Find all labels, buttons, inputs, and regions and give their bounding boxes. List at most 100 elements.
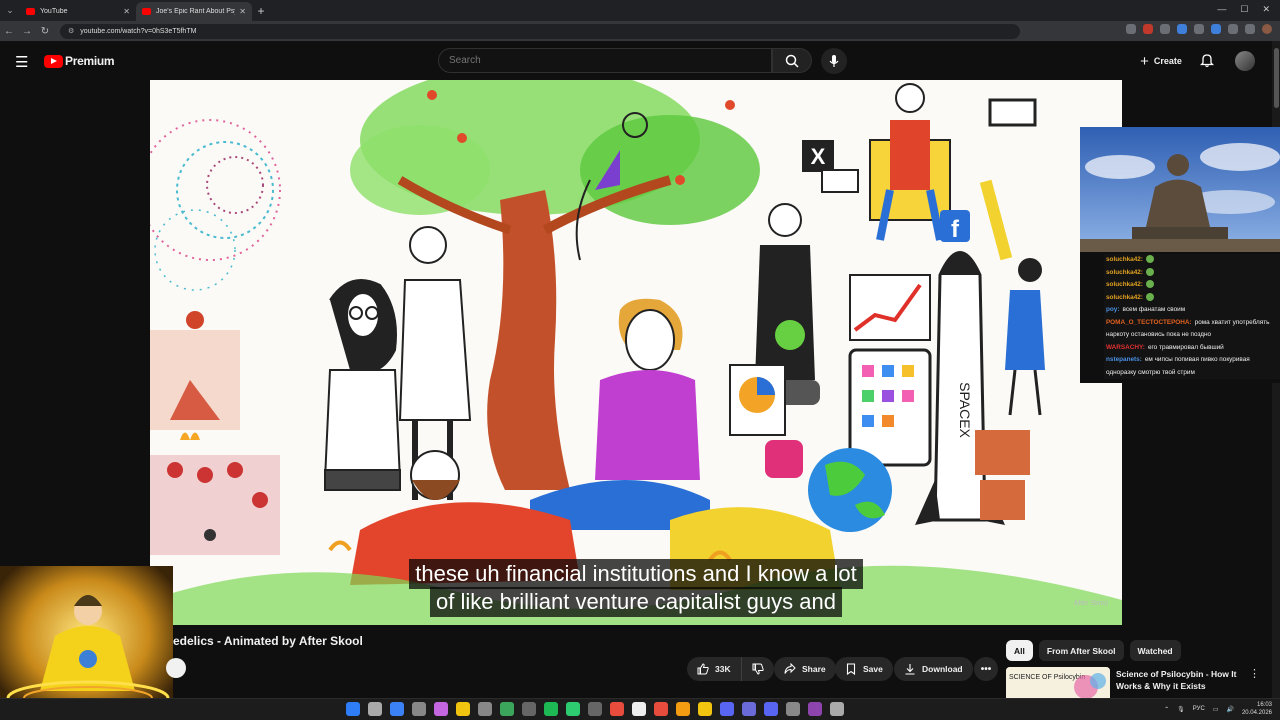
recommended-menu-icon[interactable]: ⋮: [1249, 667, 1260, 680]
share-button[interactable]: Share: [774, 657, 836, 681]
address-bar[interactable]: ⚙ youtube.com/watch?v=0hS3eT5fhTM: [60, 23, 1020, 39]
create-button[interactable]: + Create: [1128, 49, 1194, 73]
notifications-button[interactable]: [1199, 53, 1215, 73]
taskbar-app-icon[interactable]: [412, 702, 426, 716]
taskbar-app-icon[interactable]: [808, 702, 822, 716]
chat-messages: soluchka42: soluchka42: soluchka42: soluchk…: [1104, 254, 1280, 379]
smile-emote-icon: [1145, 280, 1154, 289]
browser-tab-youtube[interactable]: YouTube ✕: [20, 2, 136, 21]
taskbar-clock[interactable]: 16:03 20.04.2026: [1242, 701, 1272, 717]
save-label: Save: [863, 664, 883, 674]
extension-icon[interactable]: [1126, 24, 1136, 34]
like-button[interactable]: 33K: [687, 657, 742, 681]
youtube-logo[interactable]: Premium: [44, 54, 115, 68]
taskbar-app-icon[interactable]: [500, 702, 514, 716]
search-box[interactable]: [438, 48, 772, 73]
new-tab-button[interactable]: +: [252, 4, 270, 18]
taskbar-app-icon[interactable]: [676, 702, 690, 716]
chat-username[interactable]: soluchka42:: [1106, 256, 1143, 263]
buddha-statue-image: [1080, 127, 1280, 252]
taskbar-app-icon[interactable]: [830, 702, 844, 716]
maximize-icon[interactable]: ☐: [1240, 4, 1248, 15]
clock-time: 16:03: [1256, 702, 1272, 708]
x-logo-drawing: X: [802, 140, 859, 193]
taskbar-app-icon[interactable]: [566, 702, 580, 716]
reload-icon[interactable]: ↻: [36, 26, 54, 37]
chip-all[interactable]: All: [1006, 640, 1033, 661]
chat-username[interactable]: nstepanets:: [1106, 356, 1142, 363]
lang-indicator[interactable]: РУС: [1193, 706, 1205, 712]
extension-icon[interactable]: [1160, 24, 1170, 34]
meditating-woman-drawing: [530, 298, 710, 530]
taskbar-app-icon[interactable]: [698, 702, 712, 716]
extension-icon[interactable]: [1211, 24, 1221, 34]
extension-icon[interactable]: [1143, 24, 1153, 34]
bell-icon: [1199, 54, 1215, 68]
save-button[interactable]: Save: [835, 657, 893, 681]
taskbar-app-icon[interactable]: [368, 702, 382, 716]
forward-icon[interactable]: →: [18, 26, 36, 37]
taskbar-app-icon[interactable]: [720, 702, 734, 716]
extension-icon[interactable]: [1245, 24, 1255, 34]
golden-buddha-image: [0, 566, 173, 720]
more-actions-button[interactable]: •••: [974, 657, 998, 681]
site-info-icon[interactable]: ⚙: [68, 27, 74, 35]
taskbar-app-icon[interactable]: [632, 702, 646, 716]
chip-watched[interactable]: Watched: [1129, 640, 1181, 661]
tab-search-icon[interactable]: ⌄: [0, 0, 20, 21]
video-player[interactable]: SPACEX X f these uh financial institutio…: [150, 80, 1122, 625]
mic-tray-icon[interactable]: 🎙: [1177, 706, 1185, 713]
youtube-favicon-icon: [26, 8, 35, 15]
close-tab-icon[interactable]: ✕: [239, 7, 246, 16]
close-tab-icon[interactable]: ✕: [123, 7, 130, 16]
dislike-button[interactable]: [742, 657, 774, 681]
stream-overlay: soluchka42: soluchka42: soluchka42: soluchk…: [1080, 127, 1280, 383]
profile-icon[interactable]: [1262, 24, 1272, 34]
chat-username[interactable]: soluchka42:: [1106, 294, 1143, 301]
voice-search-button[interactable]: [821, 48, 847, 74]
create-label: Create: [1153, 56, 1182, 66]
taskbar-app-icon[interactable]: [610, 702, 624, 716]
taskbar-app-icon[interactable]: [346, 702, 360, 716]
tray-chevron-icon[interactable]: ⌃: [1164, 706, 1169, 713]
taskbar-app-icon[interactable]: [478, 702, 492, 716]
chat-username[interactable]: soluchka42:: [1106, 269, 1143, 276]
chat-username[interactable]: soluchka42:: [1106, 281, 1143, 288]
minimize-icon[interactable]: —: [1217, 4, 1226, 15]
search-input[interactable]: [449, 55, 771, 66]
recommended-thumbnail[interactable]: SCIENCE OF Psilocybin: [1006, 667, 1110, 701]
taskbar-app-icon[interactable]: [654, 702, 668, 716]
taskbar-app-icon[interactable]: [390, 702, 404, 716]
network-icon[interactable]: ▭: [1213, 706, 1219, 713]
recommended-video[interactable]: SCIENCE OF Psilocybin Science of Psilocy…: [1006, 667, 1266, 701]
search-button[interactable]: [772, 48, 812, 73]
extension-icon[interactable]: [1194, 24, 1204, 34]
chat-message: soluchka42:: [1104, 291, 1280, 304]
extension-icon[interactable]: [1177, 24, 1187, 34]
account-avatar[interactable]: [1235, 51, 1255, 71]
scrollbar-thumb[interactable]: [1274, 48, 1279, 108]
menu-icon[interactable]: ☰: [15, 53, 28, 71]
taskbar-app-icon[interactable]: [544, 702, 558, 716]
taskbar-app-icon[interactable]: [522, 702, 536, 716]
taskbar-app-icon[interactable]: [786, 702, 800, 716]
download-button[interactable]: Download: [894, 657, 973, 681]
chat-username[interactable]: РОМА_О_ТЕСТОСТЕРОНА:: [1106, 319, 1192, 326]
back-icon[interactable]: ←: [0, 26, 18, 37]
recommended-title[interactable]: Science of Psilocybin - How It Works & W…: [1116, 668, 1251, 692]
chat-username[interactable]: WARSACHY:: [1106, 344, 1145, 351]
taskbar-app-icon[interactable]: [456, 702, 470, 716]
chat-username[interactable]: poy:: [1106, 306, 1120, 313]
extension-icon[interactable]: [1228, 24, 1238, 34]
chip-from-after-skool[interactable]: From After Skool: [1038, 640, 1124, 661]
channel-avatar[interactable]: [166, 658, 186, 678]
volume-icon[interactable]: 🔊: [1226, 706, 1233, 713]
close-window-icon[interactable]: ✕: [1262, 4, 1270, 15]
taskbar-app-icon[interactable]: [764, 702, 778, 716]
svg-text:SPACEX: SPACEX: [957, 382, 973, 438]
browser-tab-video[interactable]: Joe's Epic Rant About Psyc ✕: [136, 2, 252, 21]
taskbar-app-icon[interactable]: [742, 702, 756, 716]
taskbar-app-icon[interactable]: [588, 702, 602, 716]
taskbar-app-icon[interactable]: [434, 702, 448, 716]
smile-emote-icon: [1145, 292, 1154, 301]
